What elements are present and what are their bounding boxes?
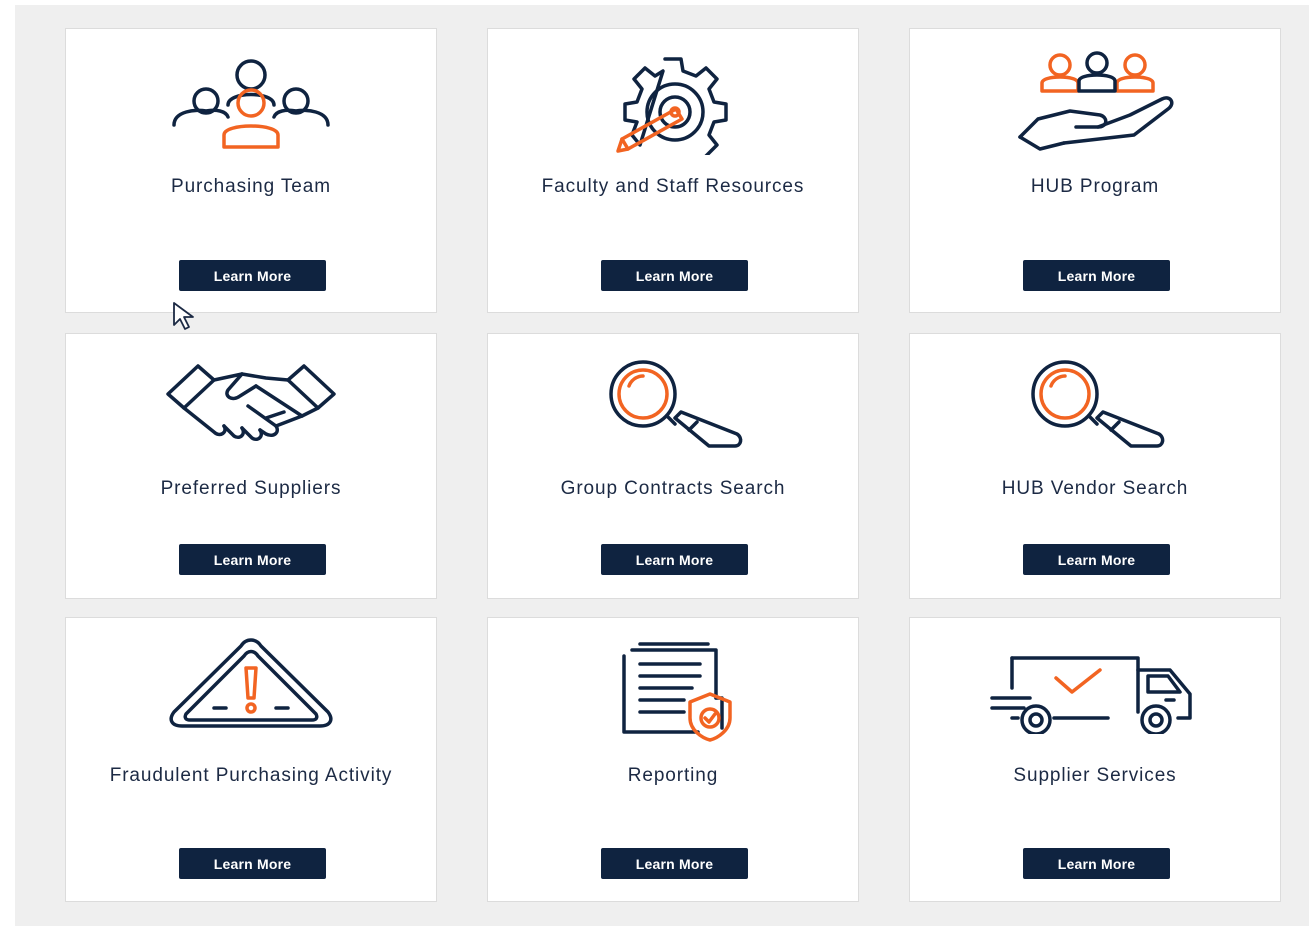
hand-holding-people-icon <box>910 51 1280 151</box>
card-purchasing-team: Purchasing Team Learn More <box>65 28 437 313</box>
card-title: Group Contracts Search <box>560 478 786 499</box>
content-panel: Purchasing Team Learn More Faculty and S… <box>15 5 1309 926</box>
learn-more-button[interactable]: Learn More <box>179 848 326 879</box>
card-title: Supplier Services <box>1013 765 1177 786</box>
card-title: HUB Vendor Search <box>1001 478 1189 499</box>
card-title: Purchasing Team <box>171 176 331 197</box>
learn-more-button[interactable]: Learn More <box>1023 848 1170 879</box>
card-hub-program: HUB Program Learn More <box>909 28 1281 313</box>
learn-more-button[interactable]: Learn More <box>601 260 748 291</box>
magnifier-icon <box>910 360 1280 450</box>
handshake-icon <box>66 360 436 445</box>
card-group-contracts-search: Group Contracts Search Learn More <box>487 333 859 599</box>
card-title: Preferred Suppliers <box>160 478 342 499</box>
card-fraudulent-purchasing-activity: Fraudulent Purchasing Activity Learn Mor… <box>65 617 437 902</box>
card-title: Reporting <box>627 765 719 786</box>
learn-more-button[interactable]: Learn More <box>1023 544 1170 575</box>
card-title: HUB Program <box>1030 176 1160 197</box>
people-group-icon <box>66 55 436 155</box>
magnifier-icon <box>488 360 858 450</box>
card-title: Fraudulent Purchasing Activity <box>109 765 393 786</box>
learn-more-button[interactable]: Learn More <box>1023 260 1170 291</box>
documents-shield-icon <box>488 642 858 742</box>
learn-more-button[interactable]: Learn More <box>601 544 748 575</box>
delivery-truck-icon <box>910 654 1280 734</box>
gear-pencil-icon <box>488 55 858 155</box>
learn-more-button[interactable]: Learn More <box>601 848 748 879</box>
card-supplier-services: Supplier Services Learn More <box>909 617 1281 902</box>
card-title: Faculty and Staff Resources <box>541 176 805 197</box>
learn-more-button[interactable]: Learn More <box>179 260 326 291</box>
card-reporting: Reporting Learn More <box>487 617 859 902</box>
mouse-cursor-icon <box>172 301 202 336</box>
card-hub-vendor-search: HUB Vendor Search Learn More <box>909 333 1281 599</box>
card-preferred-suppliers: Preferred Suppliers Learn More <box>65 333 437 599</box>
warning-triangle-icon <box>66 638 436 728</box>
card-faculty-and-staff-resources: Faculty and Staff Resources Learn More <box>487 28 859 313</box>
learn-more-button[interactable]: Learn More <box>179 544 326 575</box>
